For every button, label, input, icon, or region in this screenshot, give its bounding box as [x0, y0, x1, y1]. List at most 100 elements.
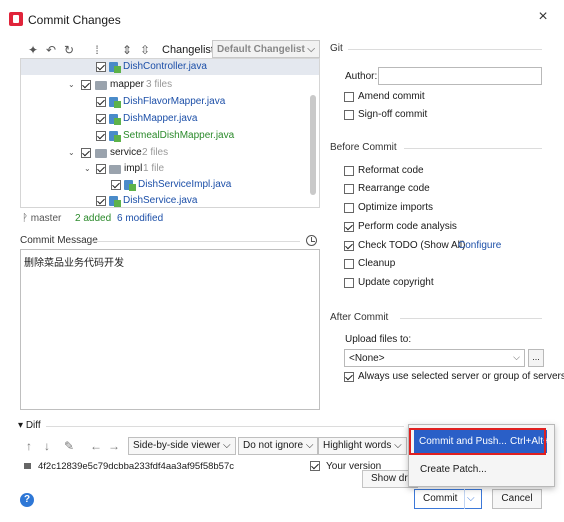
- checkbox[interactable]: [344, 166, 354, 176]
- tree-row[interactable]: DishController.java: [21, 59, 319, 75]
- checkbox[interactable]: [96, 131, 106, 141]
- checkbox[interactable]: [81, 80, 91, 90]
- divider: [400, 318, 542, 319]
- chevron-down-icon: ⌵: [513, 352, 520, 362]
- tree-item-label: mapper: [110, 79, 144, 90]
- tree-row[interactable]: DishMapper.java: [21, 111, 319, 127]
- tree-item-label: DishService.java: [123, 195, 198, 206]
- tree-item-label: SetmealDishMapper.java: [123, 130, 235, 141]
- tree-row[interactable]: ⌄ impl 1 file: [21, 161, 319, 177]
- upload-server-dropdown[interactable]: <None> ⌵: [344, 349, 525, 367]
- arrow-up-icon[interactable]: ↑: [26, 439, 32, 453]
- collapse-all-icon[interactable]: ⇳: [138, 43, 152, 57]
- browse-servers-button[interactable]: ...: [528, 349, 544, 367]
- commit-message-input[interactable]: 删除菜品业务代码开发: [20, 249, 320, 410]
- reload-icon[interactable]: ↻: [62, 43, 76, 57]
- checkbox[interactable]: [310, 461, 320, 471]
- checkbox[interactable]: [81, 148, 91, 158]
- checkbox[interactable]: [96, 196, 106, 206]
- divider: [348, 49, 542, 50]
- author-label: Author:: [345, 71, 378, 82]
- changelist-dropdown[interactable]: Default Changelist ⌵: [212, 40, 320, 58]
- changelist-value: Default Changelist: [217, 44, 305, 55]
- tree-row[interactable]: DishService.java: [21, 193, 319, 207]
- window-title: Commit Changes: [28, 13, 121, 27]
- java-file-icon: [109, 196, 121, 207]
- arrow-right-icon[interactable]: →: [108, 439, 120, 453]
- tree-scrollbar[interactable]: [310, 95, 316, 195]
- folder-icon: [109, 165, 121, 174]
- diff-label: Diff: [25, 420, 41, 431]
- tree-item-label: DishMapper.java: [123, 113, 198, 124]
- changes-tree[interactable]: DishController.java ⌄ mapper 3 files Dis…: [20, 58, 320, 208]
- option-label: Update copyright: [358, 277, 434, 288]
- folder-icon: [95, 149, 107, 158]
- highlight-value: Highlight words: [323, 440, 392, 451]
- viewer-mode-dropdown[interactable]: Side-by-side viewer ⌵: [128, 437, 236, 455]
- chevron-down-icon[interactable]: ⌄: [68, 145, 76, 161]
- help-icon[interactable]: ?: [20, 493, 34, 507]
- checkbox[interactable]: [96, 62, 106, 72]
- lock-icon: [24, 463, 31, 469]
- option-label: Perform code analysis: [358, 221, 457, 232]
- option-label: Optimize imports: [358, 202, 434, 213]
- checkbox[interactable]: [111, 180, 121, 190]
- arrow-down-icon[interactable]: ↓: [44, 439, 50, 453]
- chevron-down-icon: ⌵: [223, 440, 231, 451]
- option-label: Check TODO (Show All): [358, 240, 466, 251]
- added-count: 2 added: [75, 213, 112, 224]
- undo-icon[interactable]: ↶: [44, 43, 58, 57]
- java-file-icon: [109, 97, 121, 108]
- group-by-icon[interactable]: ⁞: [90, 43, 104, 57]
- checkbox[interactable]: [344, 110, 354, 120]
- expand-all-icon[interactable]: ⇕: [120, 43, 134, 57]
- after-commit-title: After Commit: [330, 312, 389, 323]
- diff-section-toggle[interactable]: ▾ Diff: [18, 420, 41, 431]
- checkbox[interactable]: [344, 278, 354, 288]
- commit-hash: 4f2c12839e5c79dcbba233fdf4aa3af95f58b57c: [38, 461, 234, 472]
- checkbox[interactable]: [344, 203, 354, 213]
- branch-name: master: [30, 213, 62, 224]
- tree-row[interactable]: DishFlavorMapper.java: [21, 94, 319, 110]
- highlight-words-dropdown[interactable]: Highlight words ⌵: [318, 437, 407, 455]
- ignore-whitespace-dropdown[interactable]: Do not ignore ⌵: [238, 437, 319, 455]
- chevron-down-icon[interactable]: ⌵: [467, 490, 475, 508]
- commit-button[interactable]: Commit ⌵: [414, 489, 482, 509]
- commit-label: Commit: [423, 493, 458, 504]
- author-input[interactable]: [378, 67, 542, 85]
- checkbox[interactable]: [344, 259, 354, 269]
- modified-count: 6 modified: [117, 213, 164, 224]
- arrow-left-icon[interactable]: ←: [90, 439, 102, 453]
- checkbox[interactable]: [344, 241, 354, 251]
- upload-server-value: <None>: [349, 353, 385, 364]
- option-label: Rearrange code: [358, 183, 430, 194]
- edit-icon[interactable]: ✎: [64, 439, 74, 453]
- chevron-down-icon[interactable]: ⌄: [68, 77, 76, 93]
- tree-row[interactable]: ⌄ mapper 3 files: [21, 77, 319, 93]
- changelist-label: Changelist:: [162, 44, 218, 56]
- tree-row[interactable]: SetmealDishMapper.java: [21, 128, 319, 144]
- option-label: Cleanup: [358, 258, 396, 269]
- checkbox[interactable]: [96, 97, 106, 107]
- your-version-checkbox[interactable]: [310, 461, 320, 471]
- tree-row[interactable]: ⌄ service 2 files: [21, 145, 319, 161]
- create-patch-menu-item[interactable]: Create Patch...: [420, 464, 487, 475]
- checkbox[interactable]: [96, 114, 106, 124]
- history-clock-icon[interactable]: [306, 235, 317, 246]
- refresh-icon[interactable]: ✦: [26, 43, 40, 57]
- configure-link[interactable]: Configure: [458, 239, 501, 253]
- option-label: Amend commit: [358, 91, 425, 102]
- cancel-button[interactable]: Cancel: [492, 489, 542, 509]
- checkbox[interactable]: [96, 164, 106, 174]
- checkbox[interactable]: [344, 184, 354, 194]
- tree-row[interactable]: DishServiceImpl.java: [21, 177, 319, 193]
- close-icon[interactable]: ×: [536, 9, 550, 25]
- option-label: Sign-off commit: [358, 109, 428, 120]
- checkbox[interactable]: [344, 372, 354, 382]
- chevron-down-icon[interactable]: ⌄: [84, 161, 92, 177]
- upload-files-label: Upload files to:: [345, 334, 412, 345]
- chevron-down-icon: ⌵: [394, 440, 402, 451]
- checkbox[interactable]: [344, 222, 354, 232]
- highlight-annotation: [409, 428, 546, 455]
- checkbox[interactable]: [344, 92, 354, 102]
